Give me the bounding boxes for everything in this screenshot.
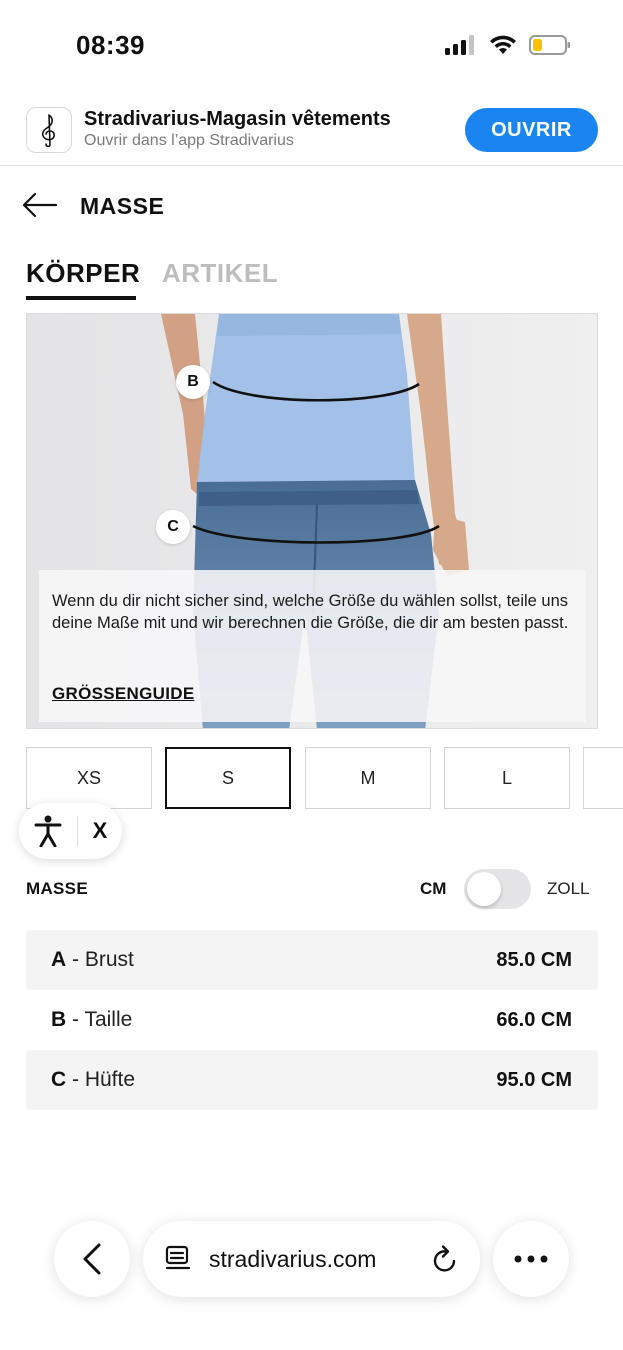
measurement-label: - Hüfte: [66, 1068, 136, 1091]
measurement-value: 95.0 CM: [496, 1068, 572, 1091]
open-app-button[interactable]: OUVRIR: [465, 108, 598, 152]
size-info-box: Wenn du dir nicht sicher sind, welche Gr…: [39, 570, 586, 722]
cellular-signal-icon: [445, 35, 474, 55]
more-icon: [514, 1255, 548, 1263]
measurement-label: - Brust: [66, 948, 134, 971]
size-option-l[interactable]: L: [444, 747, 570, 809]
chevron-left-icon: [83, 1243, 101, 1275]
measurement-row-brust: A - Brust 85.0 CM: [26, 930, 598, 990]
app-banner-title: Stradivarius-Magasin vêtements: [84, 108, 391, 130]
measurements-label: MASSE: [26, 879, 88, 898]
status-icons: [445, 34, 571, 56]
treble-clef-icon: [41, 114, 55, 147]
app-banner-subtitle: Ouvrir dans l’app Stradivarius: [84, 132, 294, 149]
url-text: stradivarius.com: [209, 1245, 377, 1272]
unit-cm-label: CM: [420, 879, 447, 898]
measurement-letter: C: [51, 1068, 67, 1091]
arrow-left-icon: [22, 192, 58, 218]
tab-koerper[interactable]: KÖRPER: [26, 258, 140, 289]
measurement-row-huefte: C - Hüfte 95.0 CM: [26, 1050, 598, 1110]
accessibility-widget: X: [19, 803, 122, 859]
size-option-m[interactable]: M: [305, 747, 431, 809]
browser-back-button[interactable]: [54, 1221, 130, 1297]
size-option-xs[interactable]: XS: [26, 747, 152, 809]
size-info-text: Wenn du dir nicht sicher sind, welche Gr…: [52, 592, 569, 632]
body-measurement-figure: B C Wenn du dir nicht sicher sind, welch…: [26, 313, 598, 729]
tab-artikel[interactable]: ARTIKEL: [162, 258, 278, 289]
measurement-label: - Taille: [66, 1008, 133, 1031]
battery-icon: [529, 35, 570, 55]
measurement-name: C - Hüfte: [51, 1068, 135, 1092]
app-banner: Stradivarius-Magasin vêtements Ouvrir da…: [0, 94, 623, 166]
page-title: MASSE: [80, 193, 165, 219]
address-bar[interactable]: stradivarius.com: [143, 1221, 480, 1297]
reload-icon[interactable]: [432, 1244, 460, 1274]
active-tab-indicator: [26, 296, 136, 300]
accessibility-button[interactable]: [19, 803, 77, 859]
marker-b: B: [176, 365, 210, 399]
unit-toggle-knob: [467, 872, 501, 906]
measurement-letter: B: [51, 1008, 67, 1031]
measurement-name: B - Taille: [51, 1008, 132, 1032]
reader-icon[interactable]: [165, 1245, 191, 1273]
status-bar: 08:39: [0, 0, 623, 92]
accessibility-close-button[interactable]: X: [78, 803, 122, 859]
marker-c: C: [156, 510, 190, 544]
size-option-more[interactable]: [583, 747, 623, 809]
status-time: 08:39: [76, 30, 145, 60]
wifi-icon: [490, 35, 516, 54]
unit-zoll-label: ZOLL: [547, 879, 590, 898]
size-option-s[interactable]: S: [165, 747, 291, 809]
measurement-name: A - Brust: [51, 948, 134, 972]
measurement-row-taille: B - Taille 66.0 CM: [26, 990, 598, 1050]
back-button[interactable]: [22, 189, 62, 221]
measurement-value: 85.0 CM: [496, 948, 572, 971]
accessibility-icon: [34, 815, 62, 847]
measurement-letter: A: [51, 948, 67, 971]
unit-toggle[interactable]: [464, 869, 531, 909]
size-guide-link[interactable]: GRÖSSENGUIDE: [52, 684, 194, 704]
more-options-button[interactable]: [493, 1221, 569, 1297]
stradivarius-logo: [26, 107, 72, 153]
measurement-value: 66.0 CM: [496, 1008, 572, 1031]
